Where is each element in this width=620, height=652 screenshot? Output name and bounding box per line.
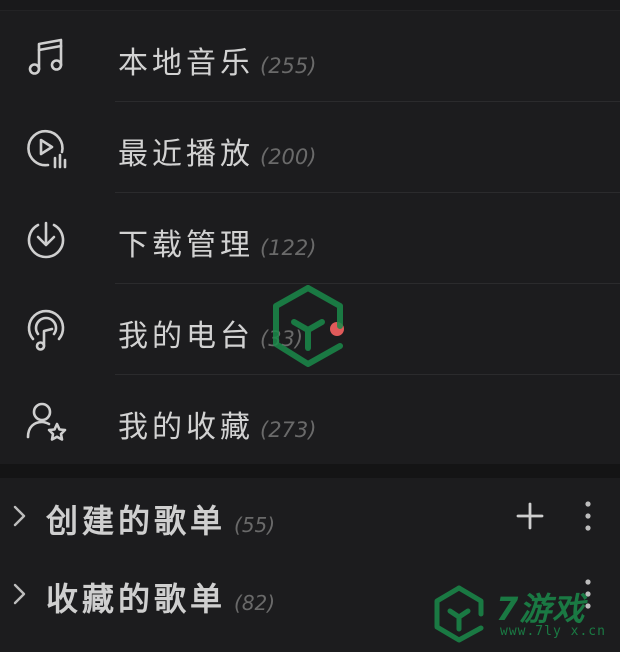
top-divider — [0, 0, 620, 11]
menu-item-label: 我的电台 — [118, 319, 254, 354]
section-count: (82) — [234, 591, 276, 615]
download-icon — [22, 215, 70, 263]
watermark-logo-icon — [434, 585, 484, 643]
menu-item-recent-play[interactable]: 最近播放 (200) — [0, 102, 620, 193]
my-music-menu: 本地音乐 (255) 最近播放 (200) 下载管理 (122) 我的电台 (3… — [0, 11, 620, 466]
section-count: (55) — [234, 513, 276, 537]
menu-item-label: 我的收藏 — [118, 410, 254, 445]
menu-item-download-manager[interactable]: 下载管理 (122) — [0, 193, 620, 284]
menu-item-local-music[interactable]: 本地音乐 (255) — [0, 11, 620, 102]
user-star-icon — [22, 397, 70, 445]
menu-item-count: (273) — [260, 418, 317, 442]
menu-item-label: 下载管理 — [118, 228, 254, 263]
menu-item-count: (255) — [260, 54, 317, 78]
watermark-site: www.7ly x.cn — [500, 624, 606, 639]
menu-item-label: 最近播放 — [118, 137, 254, 172]
menu-item-count: (200) — [260, 145, 317, 169]
section-separator — [0, 464, 620, 478]
my-music-page: 本地音乐 (255) 最近播放 (200) 下载管理 (122) 我的电台 (3… — [0, 0, 620, 652]
music-note-icon — [22, 33, 70, 81]
chevron-right-icon[interactable] — [10, 580, 30, 608]
radio-podcast-icon — [22, 306, 70, 354]
created-playlists-header[interactable]: 创建的歌单 (55) — [0, 478, 620, 556]
section-title: 创建的歌单 — [46, 502, 227, 540]
menu-item-label: 本地音乐 — [118, 46, 254, 81]
add-playlist-icon[interactable] — [514, 500, 546, 532]
site-watermark: 7游戏 www.7ly x.cn — [432, 582, 614, 648]
menu-item-my-favorites[interactable]: 我的收藏 (273) — [0, 375, 620, 466]
menu-item-count: (122) — [260, 236, 317, 260]
section-title: 收藏的歌单 — [46, 580, 227, 618]
chevron-right-icon[interactable] — [10, 502, 30, 530]
recent-play-icon — [22, 124, 70, 172]
more-options-icon[interactable] — [578, 498, 598, 534]
watermark-logo — [268, 282, 348, 370]
